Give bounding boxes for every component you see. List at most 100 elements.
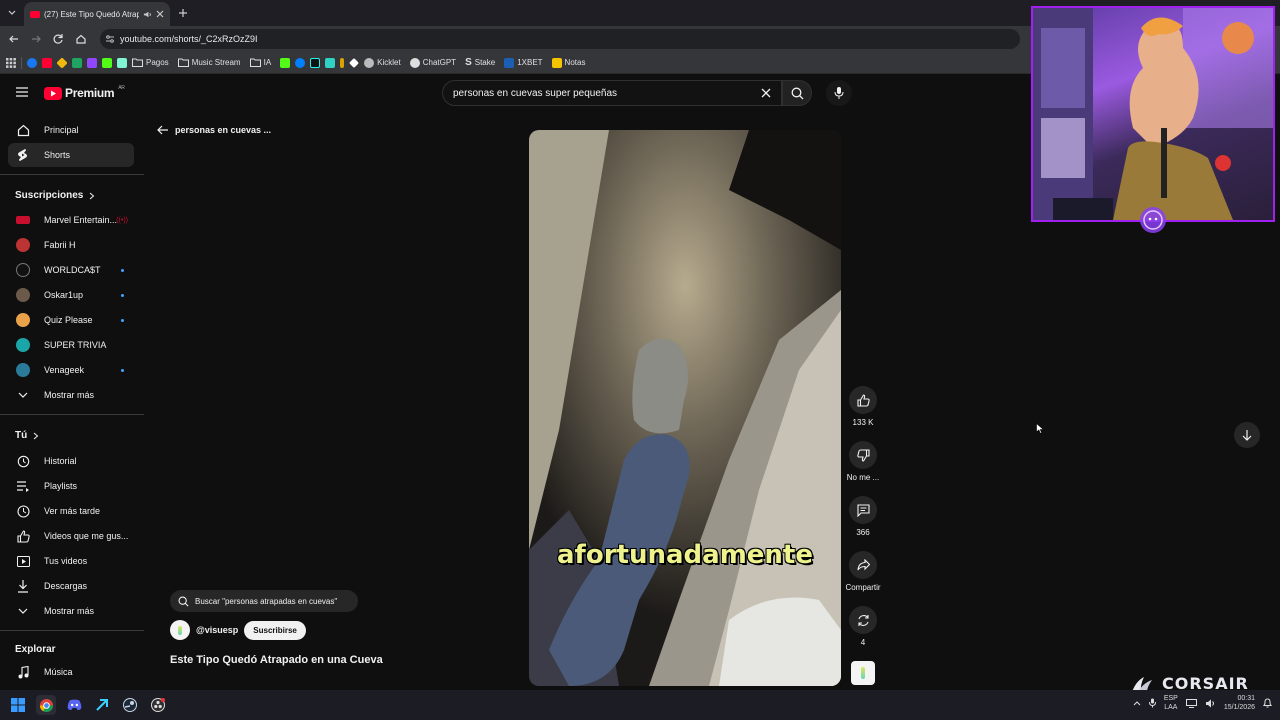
site-settings-icon[interactable] — [105, 34, 115, 44]
misc-bookmark-icon[interactable] — [340, 57, 345, 68]
search-button[interactable] — [782, 80, 812, 106]
bookmark-kicklet[interactable]: Kicklet — [364, 57, 401, 68]
meta-bookmark-icon[interactable] — [295, 57, 306, 68]
search-suggestion-chip[interactable]: Buscar "personas atrapadas en cuevas" — [170, 590, 358, 612]
channel-avatar[interactable] — [170, 620, 190, 640]
mic-tray-icon[interactable] — [1148, 698, 1156, 708]
back-nav-icon[interactable] — [8, 33, 20, 45]
forward-nav-icon[interactable] — [30, 33, 42, 45]
browser-tab[interactable]: (27) Este Tipo Quedó Atrapado — [24, 2, 170, 26]
bookmark-chatgpt[interactable]: ChatGPT — [409, 57, 456, 68]
tab-list-chevron-icon[interactable] — [6, 7, 18, 19]
sound-thumbnail[interactable] — [851, 661, 875, 685]
mouse-cursor-icon — [1036, 423, 1044, 434]
chevron-up-icon[interactable] — [1133, 700, 1141, 706]
sidebar-item-playlists[interactable]: Playlists — [8, 474, 134, 498]
youtube-bookmark-icon[interactable] — [42, 57, 52, 68]
music-note-icon — [16, 665, 30, 679]
network-icon[interactable] — [1185, 698, 1197, 708]
avatar — [16, 313, 30, 327]
obs-taskbar-icon[interactable] — [148, 695, 168, 715]
video-title[interactable]: Este Tipo Quedó Atrapado en una Cueva — [170, 654, 383, 666]
kicklet-icon — [364, 57, 375, 68]
history-icon — [16, 454, 30, 468]
dislike-button[interactable]: No me ... — [843, 441, 883, 482]
bookmark-folder[interactable]: IA — [249, 58, 271, 67]
volume-icon[interactable] — [1205, 699, 1216, 708]
stake-icon: S — [465, 57, 472, 68]
share-label: Compartir — [845, 583, 881, 592]
kick-bookmark-icon[interactable] — [280, 57, 291, 68]
tool-bookmark-icon[interactable] — [325, 57, 336, 68]
subscriptions-header[interactable]: Suscripciones — [15, 190, 95, 201]
comments-button[interactable]: 366 — [843, 496, 883, 537]
chrome-taskbar-icon[interactable] — [36, 695, 56, 715]
bookmark-notas[interactable]: Notas — [551, 57, 585, 68]
shorts-video-player[interactable]: afortunadamente — [529, 130, 841, 686]
binance-bookmark-icon[interactable] — [56, 56, 68, 69]
reload-icon[interactable] — [52, 33, 64, 45]
diamond-bookmark-icon[interactable] — [349, 57, 360, 68]
new-tab-icon[interactable] — [177, 7, 189, 19]
bookmark-folder[interactable]: Pagos — [132, 58, 169, 67]
bookmark-stake[interactable]: S Stake — [465, 57, 495, 68]
windows-start-icon[interactable] — [8, 695, 28, 715]
sidebar-sub-fabrii[interactable]: Fabrii H — [8, 233, 134, 257]
share-button[interactable]: Compartir — [843, 551, 883, 592]
sidebar-sub-supertrivia[interactable]: SUPER TRIVIA — [8, 333, 134, 357]
notification-icon[interactable] — [1263, 698, 1272, 708]
speaker-icon[interactable] — [143, 10, 152, 19]
arrow-left-icon — [157, 125, 168, 135]
chevron-down-icon — [16, 604, 30, 618]
facebook-bookmark-icon[interactable] — [27, 57, 37, 68]
sidebar-sub-worldcast[interactable]: WORLDCA$T — [8, 258, 134, 282]
sidebar-item-principal[interactable]: Principal — [8, 118, 134, 142]
sidebar-sub-quiz[interactable]: Quiz Please — [8, 308, 134, 332]
you-header[interactable]: Tú — [15, 430, 39, 441]
clear-search-icon[interactable] — [761, 88, 771, 98]
remix-icon — [857, 614, 869, 626]
remix-button[interactable]: 4 — [843, 606, 883, 647]
search-input[interactable]: personas en cuevas super pequeñas — [442, 80, 782, 106]
sidebar-item-music[interactable]: Música — [8, 660, 134, 684]
bookmark-folder[interactable]: Music Stream — [177, 58, 241, 67]
sidebar-subs-show-more[interactable]: Mostrar más — [8, 383, 134, 407]
sidebar-sub-venageek[interactable]: Venageek — [8, 358, 134, 382]
back-to-search-results[interactable]: personas en cuevas ... — [157, 125, 271, 135]
keyboard-language[interactable]: ESP LAA — [1164, 694, 1178, 712]
like-button[interactable]: 133 K — [843, 386, 883, 427]
sidebar-item-downloads[interactable]: Descargas — [8, 574, 134, 598]
comment-icon — [856, 503, 870, 517]
sidebar-item-watch-later[interactable]: Ver más tarde — [8, 499, 134, 523]
tiktok-bookmark-icon[interactable] — [310, 57, 321, 68]
close-tab-icon[interactable] — [156, 10, 164, 18]
kick-bookmark-icon[interactable] — [102, 57, 112, 68]
app-taskbar-icon[interactable] — [92, 695, 112, 715]
playlists-icon — [16, 479, 30, 493]
next-short-button[interactable] — [1234, 422, 1260, 448]
microphone-icon — [834, 86, 844, 100]
drive-bookmark-icon[interactable] — [72, 57, 82, 68]
steam-taskbar-icon[interactable] — [120, 695, 140, 715]
streamlabs-bookmark-icon[interactable] — [117, 57, 127, 68]
sidebar-item-your-videos[interactable]: Tus videos — [8, 549, 134, 573]
shorts-icon — [16, 148, 30, 162]
channel-handle[interactable]: @visuesp — [196, 625, 238, 635]
bookmark-1xbet[interactable]: 1XBET — [504, 57, 543, 68]
sidebar-item-liked[interactable]: Videos que me gus... — [8, 524, 134, 548]
twitch-bookmark-icon[interactable] — [87, 57, 97, 68]
voice-search-button[interactable] — [826, 80, 852, 106]
sidebar-sub-marvel[interactable]: Marvel Entertain... ((•)) — [8, 208, 134, 232]
sidebar-item-shorts[interactable]: Shorts — [8, 143, 134, 167]
clock[interactable]: 00:31 15/1/2026 — [1224, 694, 1255, 712]
remix-count: 4 — [860, 638, 866, 647]
sidebar-sub-oskar[interactable]: Oskar1up — [8, 283, 134, 307]
sidebar-item-historial[interactable]: Historial — [8, 449, 134, 473]
notes-icon — [551, 57, 562, 68]
subscribe-button[interactable]: Suscribirse — [244, 620, 306, 640]
sidebar-you-show-more[interactable]: Mostrar más — [8, 599, 134, 623]
discord-taskbar-icon[interactable] — [64, 695, 84, 715]
apps-grid-icon[interactable] — [6, 57, 16, 68]
url-bar[interactable]: youtube.com/shorts/_C2xRzOzZ9I — [100, 29, 1020, 49]
home-icon[interactable] — [75, 33, 87, 45]
